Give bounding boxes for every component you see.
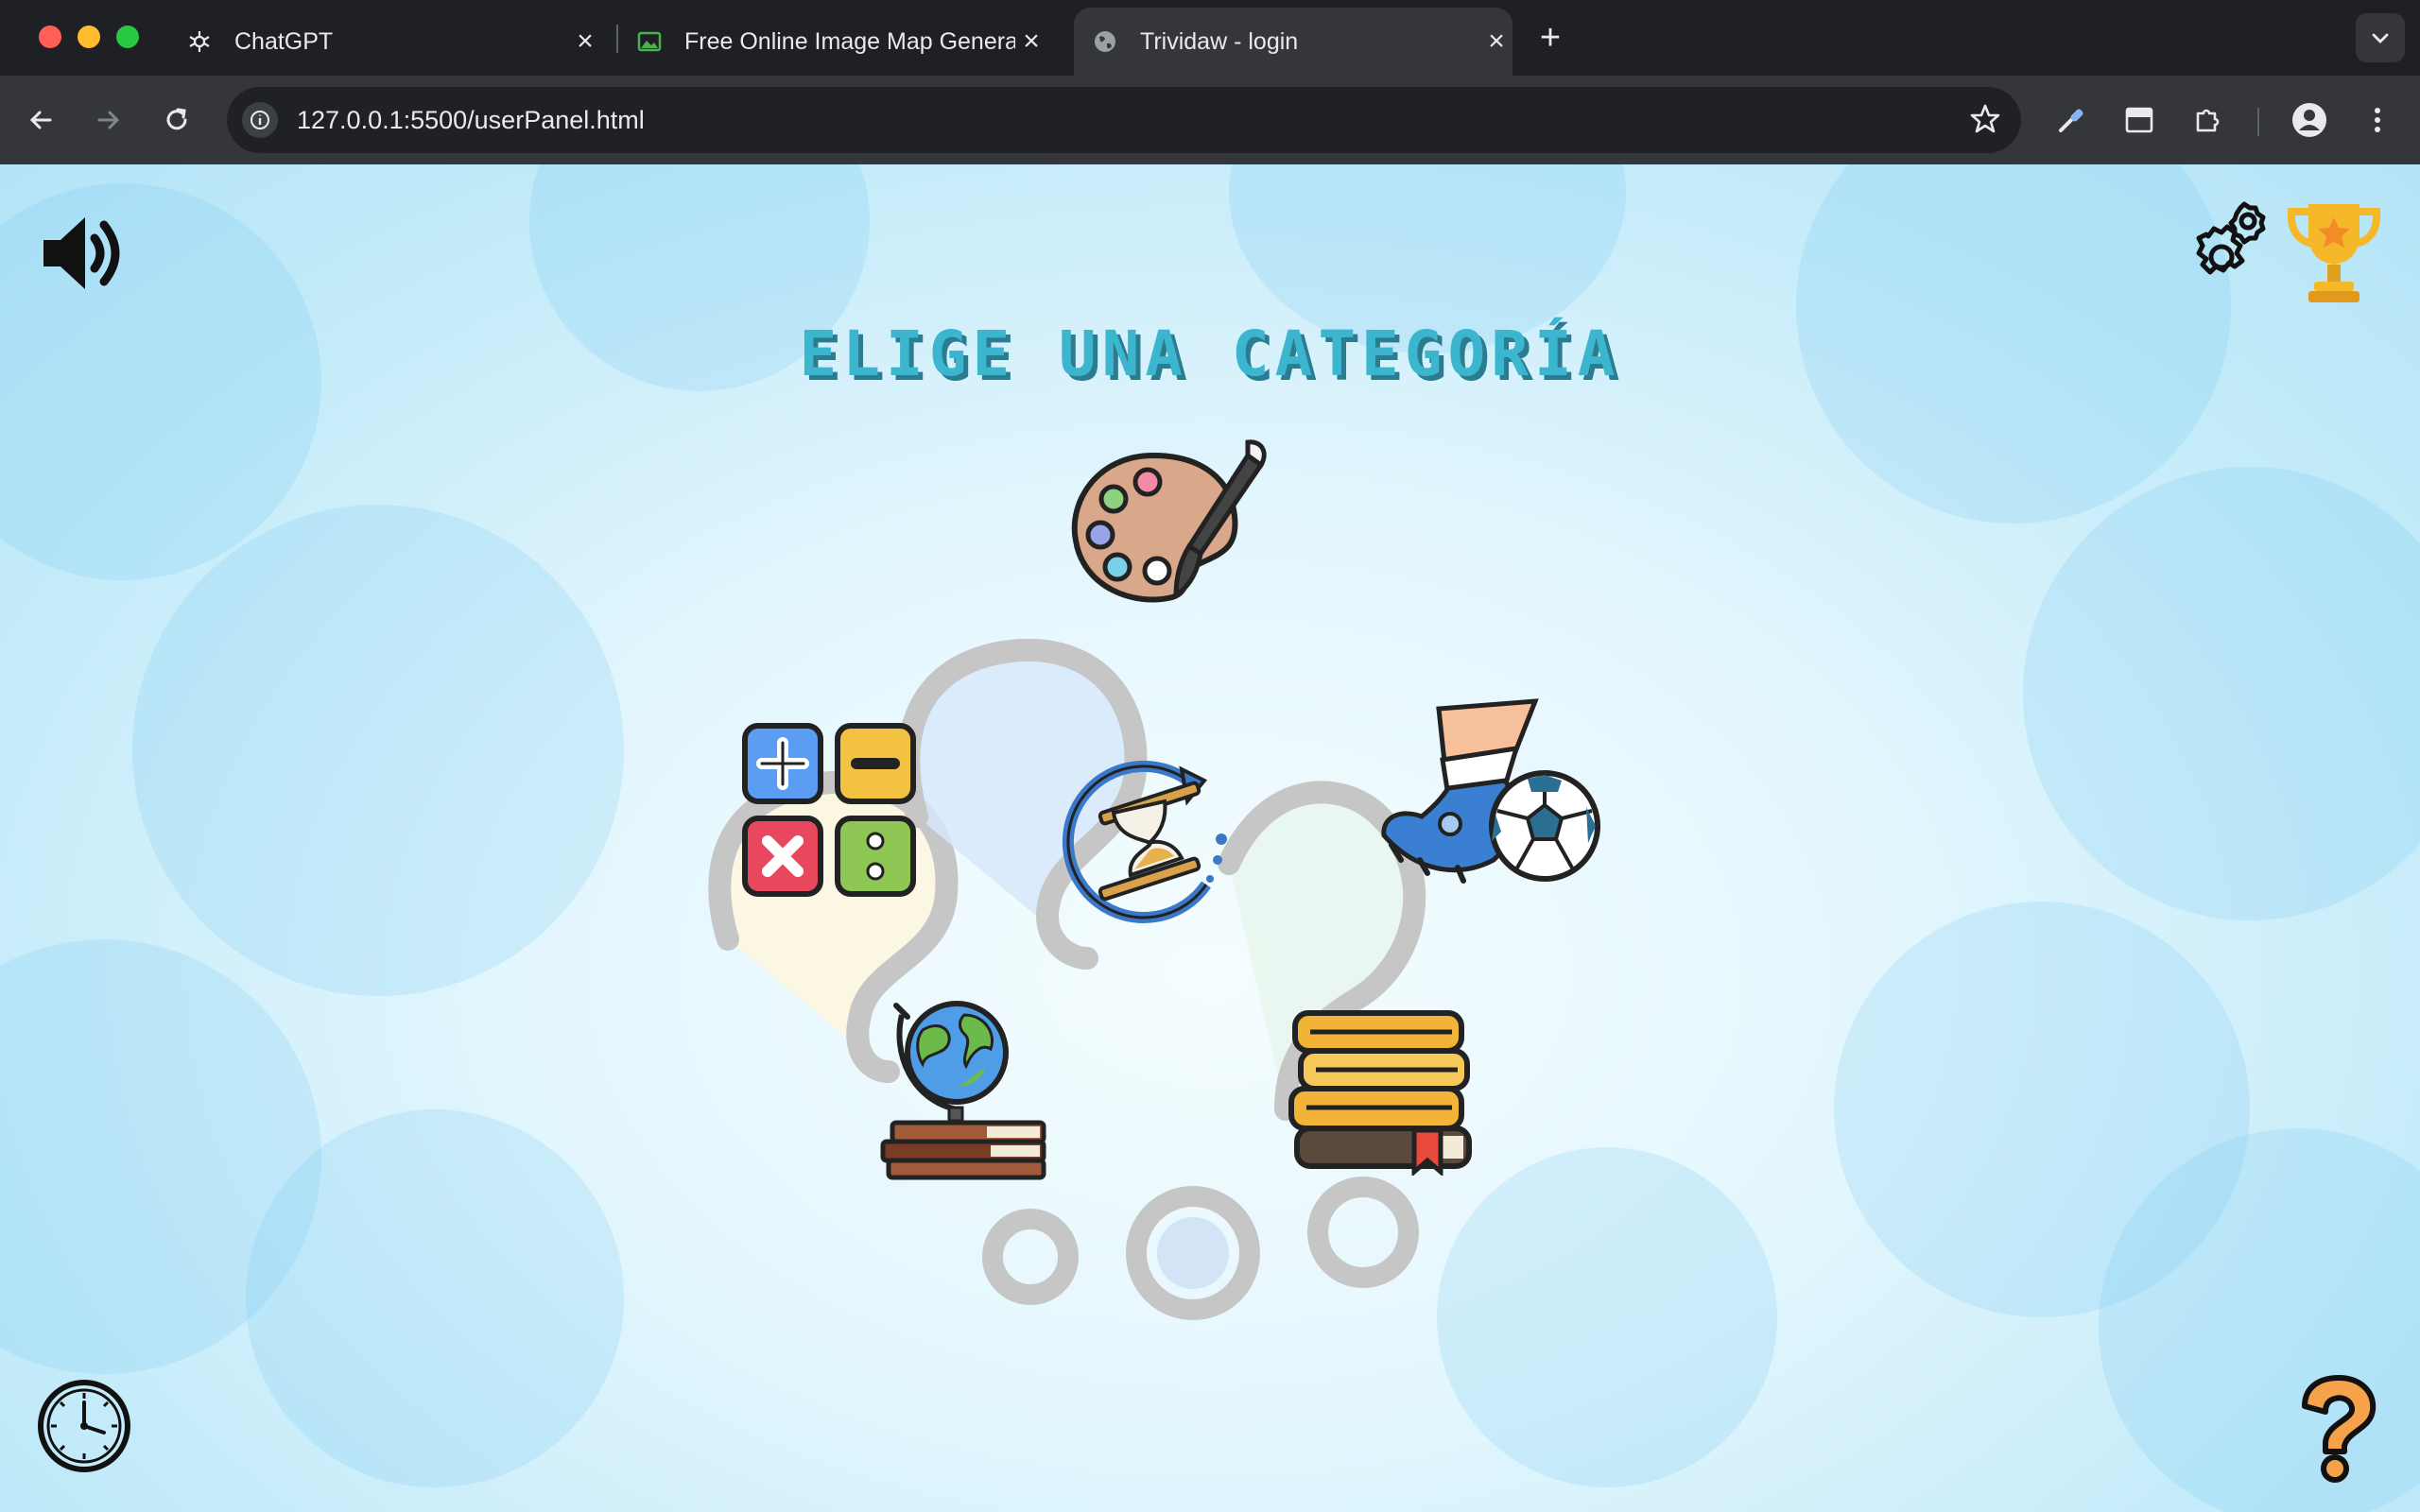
tab-chatgpt[interactable]: ChatGPT × (185, 8, 601, 76)
eyedropper-extension-button[interactable] (2049, 98, 2093, 142)
back-button[interactable] (19, 98, 62, 142)
question-mark-icon (2302, 1375, 2377, 1483)
close-icon[interactable]: × (569, 26, 601, 58)
avatar-icon (2292, 103, 2326, 137)
puzzle-icon (2196, 109, 2220, 132)
category-literature-button[interactable] (1286, 1005, 1480, 1177)
category-art-button[interactable] (1059, 437, 1276, 626)
browser-tab-strip: ChatGPT × Free Online Image Map Generato… (0, 0, 2420, 76)
arrow-right-icon (97, 111, 120, 129)
minimize-window-button[interactable] (78, 26, 100, 48)
background-bubble (132, 505, 624, 996)
trophy-icon (2287, 204, 2381, 302)
background-bubble (2023, 467, 2420, 920)
url-text: 127.0.0.1:5500/userPanel.html (297, 106, 645, 134)
math-operators-icon (742, 723, 916, 897)
sound-toggle-button[interactable] (38, 210, 132, 297)
toolbar-divider (2257, 108, 2259, 136)
chevron-down-icon (2372, 33, 2389, 43)
page-title: ELIGE UNA CATEGORÍA (799, 318, 1621, 390)
image-icon (635, 27, 664, 56)
book-stack-icon (1288, 1010, 1472, 1177)
background-bubble (246, 1109, 624, 1487)
sidebar-icon (2125, 107, 2153, 133)
soccer-kick-icon (1381, 698, 1600, 884)
reload-icon (166, 108, 187, 130)
tab-title: Trividaw - login (1140, 27, 1299, 55)
help-button[interactable] (2295, 1374, 2380, 1484)
history-log-button[interactable] (36, 1378, 132, 1474)
tab-image-map-generator[interactable]: Free Online Image Map Generator × (635, 8, 1047, 76)
bookmark-star-icon[interactable] (1968, 102, 2002, 141)
maximize-window-button[interactable] (116, 26, 139, 48)
category-math-button[interactable] (739, 720, 925, 905)
close-window-button[interactable] (39, 26, 61, 48)
clock-icon (38, 1380, 130, 1472)
new-tab-button[interactable]: + (1533, 18, 1567, 58)
browser-menu-button[interactable] (2356, 98, 2399, 142)
tab-divider (616, 25, 618, 53)
category-sports-button[interactable] (1373, 694, 1609, 920)
hourglass-icon (1062, 760, 1227, 923)
forward-button[interactable] (87, 98, 130, 142)
tab-trividaw-login[interactable]: Trividaw - login × (1074, 8, 1512, 76)
user-panel-page: ELIGE UNA CATEGORÍA (0, 164, 2420, 1512)
globe-on-books-icon (880, 1001, 1046, 1180)
category-history-button[interactable] (1055, 752, 1244, 930)
ranking-button[interactable] (2284, 197, 2384, 306)
reading-mode-button[interactable] (2118, 98, 2161, 142)
tab-search-button[interactable] (2356, 13, 2405, 62)
site-info-icon[interactable] (242, 102, 278, 138)
category-geography-button[interactable] (873, 996, 1049, 1181)
more-vert-icon (2375, 108, 2380, 132)
close-icon[interactable]: × (1015, 26, 1047, 58)
settings-button[interactable] (2172, 200, 2271, 299)
openai-icon (185, 27, 214, 56)
globe-icon (1091, 27, 1119, 56)
eyedropper-icon (2059, 109, 2083, 132)
extensions-button[interactable] (2186, 98, 2229, 142)
reload-button[interactable] (155, 98, 199, 142)
tab-title: Free Online Image Map Generator (684, 27, 1015, 55)
tab-title: ChatGPT (234, 27, 334, 55)
browser-toolbar: 127.0.0.1:5500/userPanel.html (0, 76, 2420, 164)
address-bar[interactable]: 127.0.0.1:5500/userPanel.html (227, 87, 2021, 153)
gears-icon (2196, 201, 2266, 275)
arrow-left-icon (29, 111, 52, 129)
palette-icon (1071, 439, 1267, 603)
speaker-icon (43, 217, 120, 289)
close-icon[interactable]: × (1480, 26, 1512, 58)
profile-button[interactable] (2288, 98, 2331, 142)
